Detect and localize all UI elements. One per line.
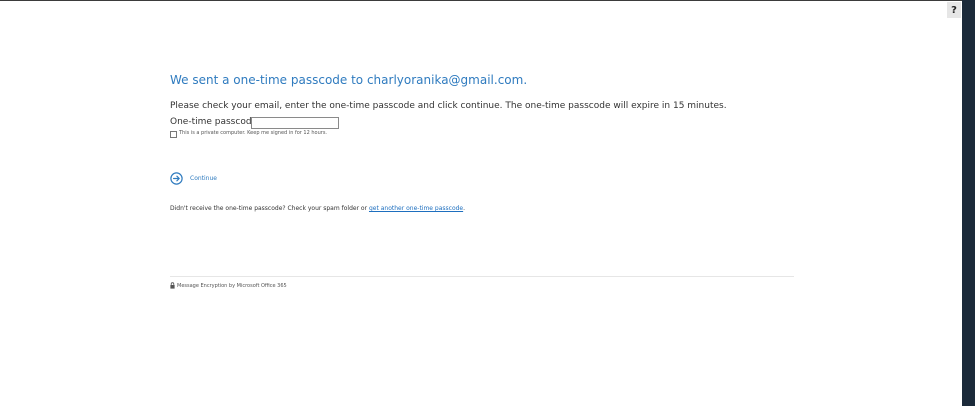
page-title: We sent a one-time passcode to charlyora…	[170, 73, 528, 87]
top-border	[0, 0, 962, 1]
remember-checkbox[interactable]	[170, 131, 177, 138]
continue-button[interactable]: Continue	[170, 172, 217, 185]
passcode-input[interactable]	[251, 117, 339, 129]
resend-prefix: Didn't receive the one-time passcode? Ch…	[170, 205, 369, 212]
resend-suffix: .	[463, 205, 466, 212]
right-scrollbar[interactable]	[962, 0, 975, 406]
instructions-text: Please check your email, enter the one-t…	[170, 101, 727, 111]
footer: Message Encryption by Microsoft Office 3…	[170, 282, 287, 289]
get-another-passcode-link[interactable]: get another one-time passcode	[369, 205, 463, 212]
resend-text: Didn't receive the one-time passcode? Ch…	[170, 205, 465, 212]
footer-divider	[170, 276, 794, 277]
remember-label: This is a private computer. Keep me sign…	[179, 130, 328, 136]
arrow-circle-right-icon[interactable]	[170, 172, 183, 185]
passcode-label: One-time passcode	[170, 117, 258, 127]
footer-text: Message Encryption by Microsoft Office 3…	[177, 282, 287, 289]
help-button[interactable]: ?	[947, 2, 961, 18]
continue-label[interactable]: Continue	[190, 175, 217, 182]
lock-icon	[170, 282, 175, 289]
